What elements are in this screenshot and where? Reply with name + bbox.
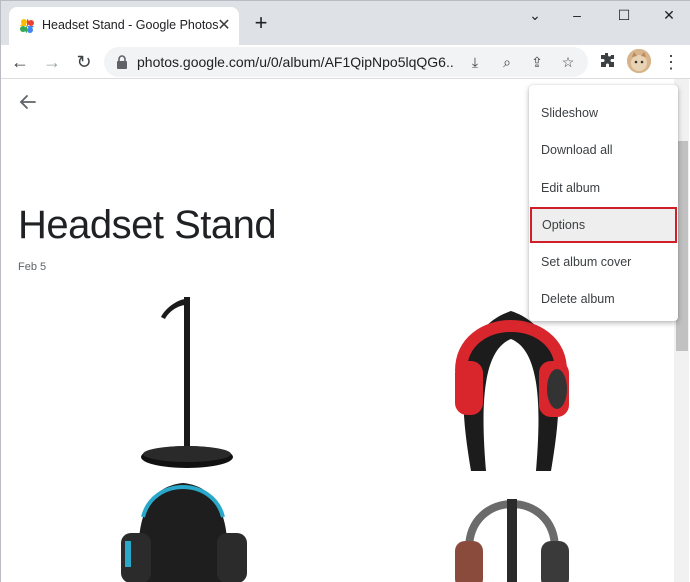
menu-item-slideshow[interactable]: Slideshow <box>529 95 678 131</box>
address-bar[interactable]: photos.google.com/u/0/album/AF1QipNpo5lq… <box>104 47 588 77</box>
arrow-left-icon[interactable] <box>17 91 39 113</box>
browser-menu-icon[interactable]: ⋮ <box>662 51 680 73</box>
album-date: Feb 5 <box>18 261 47 273</box>
close-window-icon[interactable]: ✕ <box>649 5 689 25</box>
google-photos-icon <box>20 19 34 33</box>
page-content: Headset Stand Feb 5 Slideshow Download a… <box>1 79 690 582</box>
extensions-puzzle-icon[interactable] <box>597 52 617 72</box>
menu-item-download-all[interactable]: Download all <box>529 132 678 168</box>
photo-thumbnail[interactable] <box>447 479 577 582</box>
browser-window: Headset Stand - Google Photos ✕ + ⌄ – ☐ … <box>0 0 690 582</box>
profile-avatar[interactable] <box>627 49 651 73</box>
maximize-icon[interactable]: ☐ <box>604 5 644 25</box>
forward-icon[interactable]: → <box>41 51 63 73</box>
bookmark-star-icon[interactable]: ☆ <box>559 53 577 71</box>
browser-tab[interactable]: Headset Stand - Google Photos ✕ <box>9 7 239 45</box>
new-tab-icon[interactable]: + <box>251 12 271 34</box>
menu-item-options[interactable]: Options <box>530 207 677 243</box>
close-tab-icon[interactable]: ✕ <box>215 17 233 35</box>
menu-item-delete-album[interactable]: Delete album <box>529 281 678 317</box>
share-icon[interactable]: ⇪ <box>528 53 546 71</box>
tab-search-chevron-icon[interactable]: ⌄ <box>515 5 555 25</box>
install-app-icon[interactable]: ⤓ <box>466 53 484 71</box>
tab-strip: Headset Stand - Google Photos ✕ + ⌄ – ☐ … <box>1 1 690 45</box>
lock-icon <box>117 55 127 69</box>
photo-thumbnail[interactable] <box>113 477 253 582</box>
reload-icon[interactable]: ↻ <box>73 51 95 73</box>
photo-thumbnail[interactable] <box>111 289 241 479</box>
minimize-icon[interactable]: – <box>557 5 597 25</box>
tab-title: Headset Stand - Google Photos <box>42 18 219 32</box>
url-text: photos.google.com/u/0/album/AF1QipNpo5lq… <box>137 54 455 70</box>
zoom-icon[interactable]: ⌕ <box>498 53 516 71</box>
album-title: Headset Stand <box>18 203 277 247</box>
browser-toolbar: ← → ↻ photos.google.com/u/0/album/AF1Qip… <box>1 45 690 79</box>
album-options-menu: Slideshow Download all Edit album Option… <box>529 85 678 321</box>
back-icon[interactable]: ← <box>9 51 31 73</box>
menu-item-edit-album[interactable]: Edit album <box>529 170 678 206</box>
menu-item-set-album-cover[interactable]: Set album cover <box>529 244 678 280</box>
